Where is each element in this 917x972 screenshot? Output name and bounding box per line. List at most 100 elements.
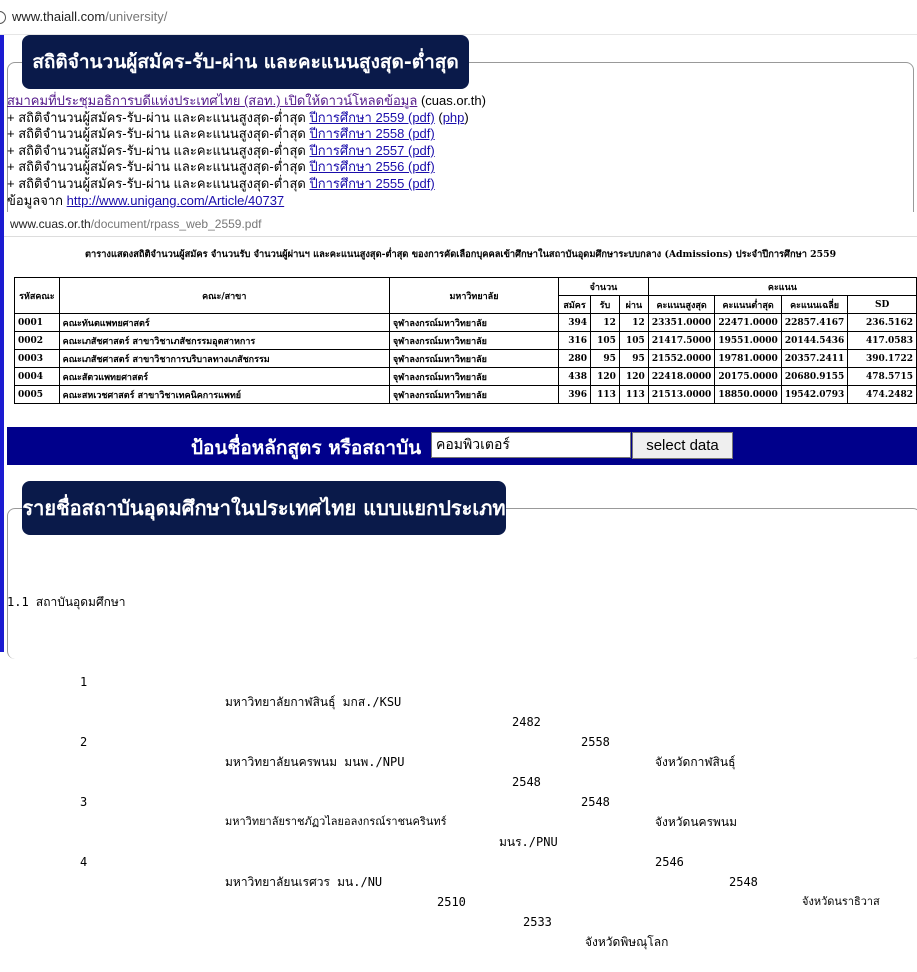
cell-max: 21552.0000 xyxy=(647,349,716,368)
stats-item-prefix: + สถิติจำนวนผู้สมัคร-รับ-ผ่าน และคะแนนสู… xyxy=(7,126,306,142)
cell-max: 22418.0000 xyxy=(647,367,716,386)
source-prefix: ข้อมูลจาก xyxy=(7,192,64,208)
cell-avg: 19542.0793 xyxy=(780,385,849,404)
item-year1: 2510 xyxy=(437,895,466,909)
cell-faculty: คณะเภสัชศาสตร์ สาขาวิชาเภสัชกรรมอุตสาหกา… xyxy=(58,331,390,350)
address-bar[interactable]: www.thaiall.com/university/ xyxy=(0,0,917,35)
cell-code: 0003 xyxy=(14,349,60,368)
item-name: มหาวิทยาลัยกาฬสินธุ์ มกส./KSU xyxy=(225,695,402,709)
cuas-line: สมาคมที่ประชุมอธิการบดีแห่งประเทศไทย (สอ… xyxy=(7,93,486,110)
cell-university: จุฬาลงกรณ์มหาวิทยาลัย xyxy=(388,349,560,368)
item-year1: 2546 xyxy=(655,855,684,869)
stats-item-prefix: + สถิติจำนวนผู้สมัคร-รับ-ผ่าน และคะแนนสู… xyxy=(7,175,306,191)
pdf-2558-link[interactable]: ปีการศึกษา 2558 (pdf) xyxy=(309,126,434,141)
cell-code: 0004 xyxy=(14,367,60,386)
cell-sd: 236.5162 xyxy=(847,313,917,332)
pdf-2557-link[interactable]: ปีการศึกษา 2557 (pdf) xyxy=(309,143,434,158)
cuas-suffix: (cuas.or.th) xyxy=(420,93,486,108)
pdf-address-bar[interactable]: www.cuas.or.th/document/rpass_web_2559.p… xyxy=(4,212,917,237)
cell-pass: 113 xyxy=(618,385,649,404)
cell-code: 0002 xyxy=(14,331,60,350)
cell-accept: 113 xyxy=(589,385,620,404)
item-name: มหาวิทยาลัยราชภัฏวไลยอลงกรณ์ราชนครินทร์ xyxy=(225,815,447,828)
cell-faculty: คณะสัตวแพทยศาสตร์ xyxy=(58,367,390,386)
cell-min: 20175.0000 xyxy=(714,367,782,386)
cell-apply: 316 xyxy=(558,331,591,350)
info-icon[interactable] xyxy=(0,11,6,24)
cell-faculty: คณะทันตแพทยศาสตร์ xyxy=(58,313,390,332)
list-item: 4 มหาวิทยาลัยนเรศวร มน./NU 2510 2533 จัง… xyxy=(7,832,668,949)
cell-accept: 95 xyxy=(589,349,620,368)
university-list: 1.1 สถาบันอุดมศึกษา 1 มหาวิทยาลัยกาฬสินธ… xyxy=(7,552,880,949)
pdf-2556-link[interactable]: ปีการศึกษา 2556 (pdf) xyxy=(309,159,434,174)
col-code: รหัสคณะ xyxy=(14,277,60,314)
item-name: มหาวิทยาลัยนครพนม มนพ./NPU xyxy=(225,755,405,769)
table-row: 0002 คณะเภสัชศาสตร์ สาขาวิชาเภสัชกรรมอุตส… xyxy=(14,331,917,350)
cell-code: 0005 xyxy=(14,385,60,404)
university-section-title: รายชื่อสถาบันอุดมศึกษาในประเทศไทย แบบแยก… xyxy=(22,481,506,535)
cell-sd: 390.1722 xyxy=(847,349,917,368)
address-url[interactable]: www.thaiall.com/university/ xyxy=(12,9,167,24)
php-close-paren: ) xyxy=(464,109,469,125)
group-heading: 1.1 สถาบันอุดมศึกษา xyxy=(7,595,126,609)
pdf-stats-table: รหัสคณะ คณะ/สาขา มหาวิทยาลัย จำนวน คะแนน… xyxy=(14,277,917,404)
item-province: จังหวัดนราธิวาส xyxy=(802,895,880,908)
col-max: คะแนนสูงสุด xyxy=(647,295,716,314)
item-year1: 2548 xyxy=(512,775,541,789)
cell-accept: 120 xyxy=(589,367,620,386)
cell-apply: 438 xyxy=(558,367,591,386)
pdf-2555-link[interactable]: ปีการศึกษา 2555 (pdf) xyxy=(309,176,434,191)
search-input[interactable] xyxy=(431,432,631,458)
cell-pass: 95 xyxy=(618,349,649,368)
php-2559-link[interactable]: php xyxy=(443,110,465,125)
item-no: 3 xyxy=(80,795,88,809)
cell-avg: 20144.5436 xyxy=(780,331,849,350)
url-path: /university/ xyxy=(105,9,168,24)
cuas-link[interactable]: สมาคมที่ประชุมอธิการบดีแห่งประเทศไทย (สอ… xyxy=(7,93,417,108)
source-link[interactable]: http://www.unigang.com/Article/40737 xyxy=(67,193,285,208)
item-year2: 2548 xyxy=(729,875,758,889)
stats-item: + สถิติจำนวนผู้สมัคร-รับ-ผ่าน และคะแนนสู… xyxy=(7,126,486,143)
cell-min: 19551.0000 xyxy=(714,331,782,350)
cell-accept: 105 xyxy=(589,331,620,350)
item-no: 2 xyxy=(80,735,88,749)
item-province: จังหวัดกาฬสินธุ์ xyxy=(655,755,736,769)
item-year1: 2482 xyxy=(512,715,541,729)
cell-avg: 20357.2411 xyxy=(780,349,849,368)
cell-min: 19781.0000 xyxy=(714,349,782,368)
pdf-preview[interactable]: ตารางแสดงสถิติจำนวนผู้สมัคร จำนวนรับ จำน… xyxy=(4,237,917,425)
cell-faculty: คณะสหเวชศาสตร์ สาขาวิชาเทคนิคการแพทย์ xyxy=(58,385,390,404)
stats-section-title: สถิติจำนวนผู้สมัคร-รับ-ผ่าน และคะแนนสูงส… xyxy=(22,35,469,89)
cell-sd: 478.5715 xyxy=(847,367,917,386)
cell-sd: 417.0583 xyxy=(847,331,917,350)
cell-apply: 280 xyxy=(558,349,591,368)
col-apply: สมัคร xyxy=(558,295,591,314)
cell-pass: 105 xyxy=(618,331,649,350)
select-data-button[interactable]: select data xyxy=(632,432,733,459)
cell-university: จุฬาลงกรณ์มหาวิทยาลัย xyxy=(388,313,560,332)
pdf-url-host: www.cuas.or.th xyxy=(10,217,91,231)
stats-item: + สถิติจำนวนผู้สมัคร-รับ-ผ่าน และคะแนนสู… xyxy=(7,176,486,193)
cell-pass: 12 xyxy=(618,313,649,332)
col-accept: รับ xyxy=(589,295,620,314)
stats-links: สมาคมที่ประชุมอธิการบดีแห่งประเทศไทย (สอ… xyxy=(7,93,486,209)
item-province: จังหวัดพิษณุโลก xyxy=(585,935,669,949)
col-count-group: จำนวน xyxy=(558,277,649,296)
col-min: คะแนนต่ำสุด xyxy=(714,295,782,314)
list-item: 3 มหาวิทยาลัยราชภัฏวไลยอลงกรณ์ราชนครินทร… xyxy=(7,772,880,908)
stats-item-prefix: + สถิติจำนวนผู้สมัคร-รับ-ผ่าน และคะแนนสู… xyxy=(7,109,306,125)
cell-sd: 474.2482 xyxy=(847,385,917,404)
pdf-2559-link[interactable]: ปีการศึกษา 2559 (pdf) xyxy=(309,110,434,125)
cell-avg: 22857.4167 xyxy=(780,313,849,332)
col-score-group: คะแนน xyxy=(647,277,917,296)
source-line: ข้อมูลจาก http://www.unigang.com/Article… xyxy=(7,193,486,210)
cell-min: 18850.0000 xyxy=(714,385,782,404)
table-row: 0001 คณะทันตแพทยศาสตร์ จุฬาลงกรณ์มหาวิทยาล… xyxy=(14,313,917,332)
item-no: 1 xyxy=(80,675,88,689)
col-avg: คะแนนเฉลี่ย xyxy=(780,295,849,314)
col-faculty: คณะ/สาขา xyxy=(58,277,390,314)
item-year2: 2533 xyxy=(523,915,552,929)
cell-apply: 394 xyxy=(558,313,591,332)
search-label: ป้อนชื่อหลักสูตร หรือสถาบัน xyxy=(191,437,422,459)
stats-item-prefix: + สถิติจำนวนผู้สมัคร-รับ-ผ่าน และคะแนนสู… xyxy=(7,159,306,175)
